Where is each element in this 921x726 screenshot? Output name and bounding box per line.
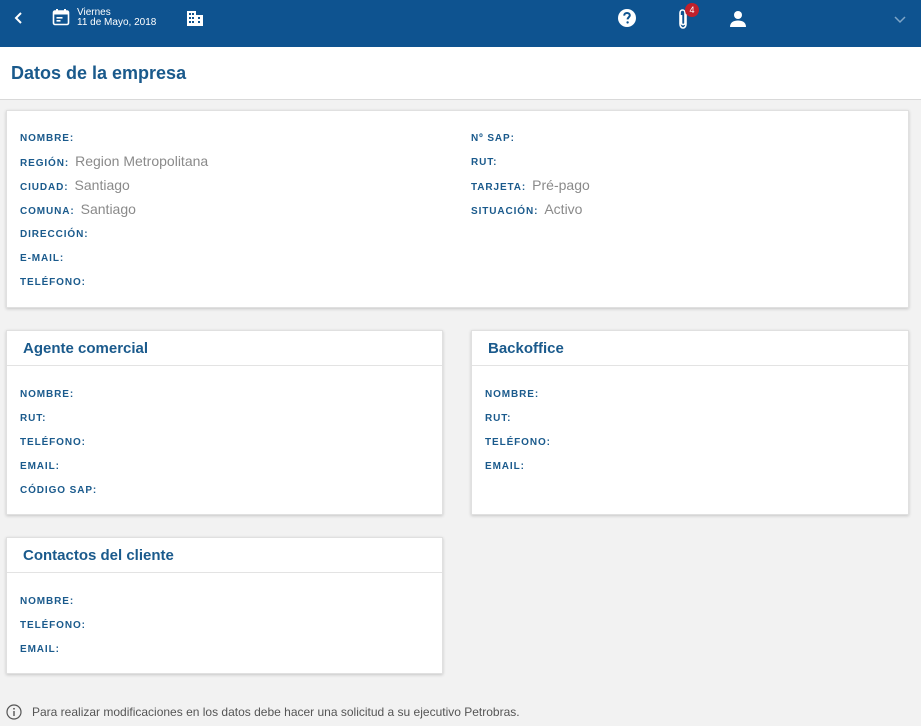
field-label: E-MAIL: bbox=[20, 253, 65, 264]
field-label: NOMBRE: bbox=[20, 596, 75, 607]
agent-email-row: EMAIL: bbox=[20, 461, 60, 472]
company-status-row: SITUACIÓN: Activo bbox=[471, 201, 582, 217]
current-date: Viernes 11 de Mayo, 2018 bbox=[77, 8, 156, 28]
field-value: Santiago bbox=[80, 201, 136, 217]
field-label: SITUACIÓN: bbox=[471, 206, 539, 217]
agent-card: Agente comercial NOMBRE: RUT: TELÉFONO: … bbox=[6, 330, 443, 515]
field-label: EMAIL: bbox=[20, 644, 60, 655]
company-email-row: E-MAIL: bbox=[20, 253, 70, 264]
backoffice-phone-row: TELÉFONO: bbox=[485, 437, 551, 448]
agent-card-title: Agente comercial bbox=[7, 331, 442, 366]
field-label: NOMBRE: bbox=[20, 133, 75, 144]
field-label: TELÉFONO: bbox=[20, 277, 86, 288]
backoffice-email-row: EMAIL: bbox=[485, 461, 525, 472]
field-label: NOMBRE: bbox=[20, 389, 75, 400]
field-label: TELÉFONO: bbox=[20, 620, 86, 631]
field-label: NOMBRE: bbox=[485, 389, 540, 400]
field-label: COMUNA: bbox=[20, 206, 75, 217]
contacts-phone-row: TELÉFONO: bbox=[20, 620, 86, 631]
agent-name-row: NOMBRE: bbox=[20, 389, 74, 400]
field-label: DIRECCIÓN: bbox=[20, 229, 89, 240]
contacts-email-row: EMAIL: bbox=[20, 644, 60, 655]
contacts-card-title: Contactos del cliente bbox=[7, 538, 442, 573]
attachments-badge: 4 bbox=[685, 3, 699, 17]
field-label: EMAIL: bbox=[20, 461, 60, 472]
page-header: Datos de la empresa bbox=[0, 47, 921, 100]
field-label: TELÉFONO: bbox=[485, 437, 551, 448]
field-value: Pré-pago bbox=[532, 177, 590, 193]
date-full: 11 de Mayo, 2018 bbox=[77, 17, 157, 28]
backoffice-rut-row: RUT: bbox=[485, 413, 511, 424]
page-title: Datos de la empresa bbox=[11, 63, 187, 83]
field-value: Santiago bbox=[74, 177, 130, 193]
backoffice-card-title: Backoffice bbox=[472, 331, 908, 366]
contacts-card: Contactos del cliente NOMBRE: TELÉFONO: … bbox=[6, 537, 443, 674]
field-label: RUT: bbox=[20, 413, 47, 424]
back-icon[interactable] bbox=[10, 9, 28, 27]
notice-text: Para realizar modificaciones en los dato… bbox=[32, 705, 520, 719]
field-label: REGIÓN: bbox=[20, 158, 70, 169]
company-region-row: REGIÓN: Region Metropolitana bbox=[20, 153, 208, 169]
agent-rut-row: RUT: bbox=[20, 413, 46, 424]
chevron-down-icon[interactable] bbox=[893, 12, 907, 24]
field-label: CIUDAD: bbox=[20, 182, 69, 193]
company-card-type-row: TARJETA: Pré-pago bbox=[471, 177, 590, 193]
company-name-row: NOMBRE: bbox=[20, 133, 80, 144]
company-rut-row: RUT: bbox=[471, 157, 503, 168]
agent-phone-row: TELÉFONO: bbox=[20, 437, 86, 448]
field-label: CÓDIGO SAP: bbox=[20, 485, 98, 496]
company-commune-row: COMUNA: Santiago bbox=[20, 201, 136, 217]
company-card: NOMBRE: REGIÓN: Region Metropolitana CIU… bbox=[6, 110, 909, 308]
field-label: RUT: bbox=[485, 413, 512, 424]
help-icon[interactable] bbox=[617, 8, 637, 28]
company-sap-row: Nº SAP: bbox=[471, 133, 521, 144]
field-value: Region Metropolitana bbox=[75, 153, 209, 169]
backoffice-name-row: NOMBRE: bbox=[485, 389, 539, 400]
field-value: Activo bbox=[544, 201, 583, 217]
company-address-row: DIRECCIÓN: bbox=[20, 229, 94, 240]
top-bar: Viernes 11 de Mayo, 2018 4 bbox=[0, 0, 921, 47]
backoffice-card: Backoffice NOMBRE: RUT: TELÉFONO: EMAIL: bbox=[471, 330, 909, 515]
field-label: RUT: bbox=[471, 157, 498, 168]
field-label: Nº SAP: bbox=[471, 133, 515, 144]
calendar-icon bbox=[52, 8, 70, 26]
company-city-row: CIUDAD: Santiago bbox=[20, 177, 130, 193]
info-icon bbox=[6, 704, 22, 720]
company-phone-row: TELÉFONO: bbox=[20, 277, 92, 288]
field-label: TELÉFONO: bbox=[20, 437, 86, 448]
field-label: EMAIL: bbox=[485, 461, 525, 472]
agent-sap-row: CÓDIGO SAP: bbox=[20, 485, 97, 496]
contacts-name-row: NOMBRE: bbox=[20, 596, 74, 607]
field-label: TARJETA: bbox=[471, 182, 527, 193]
user-icon[interactable] bbox=[728, 9, 748, 29]
info-notice: Para realizar modificaciones en los dato… bbox=[6, 704, 520, 720]
building-icon[interactable] bbox=[186, 9, 204, 27]
